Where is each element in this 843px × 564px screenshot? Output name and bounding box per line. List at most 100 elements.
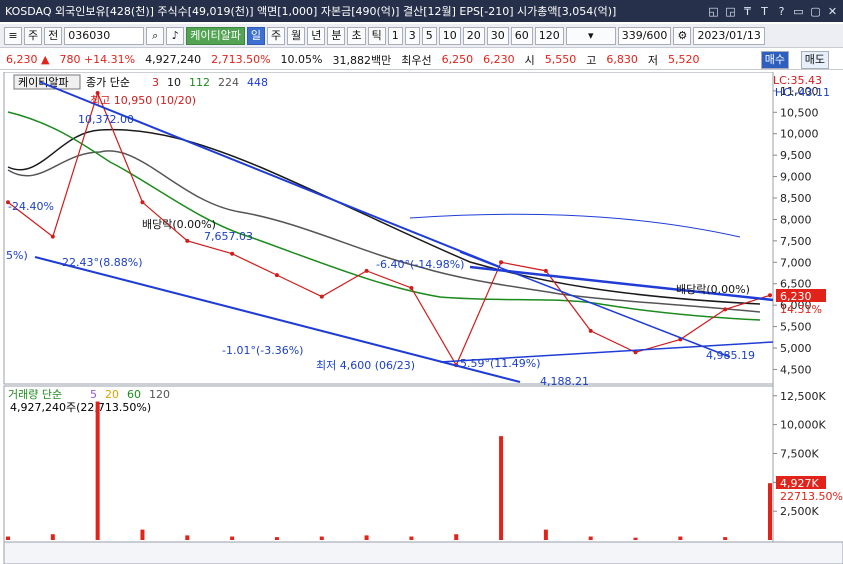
price-point bbox=[768, 293, 772, 298]
current-change-tag: 14.31% bbox=[780, 303, 822, 316]
price-change: 780 +14.31% bbox=[59, 53, 136, 66]
market-type-select[interactable]: 주 bbox=[24, 26, 43, 45]
hc-value: HC:-43.11 bbox=[775, 86, 830, 99]
volume-tick-label: 7,500K bbox=[780, 447, 819, 460]
trend-annotation-2: -1.01°(-3.36%) bbox=[222, 344, 303, 357]
volume-ratio: 2,713.50% bbox=[211, 53, 271, 66]
interval-10[interactable]: 10 bbox=[438, 26, 461, 45]
pin-icon[interactable]: ₸ bbox=[741, 5, 754, 18]
interval-dropdown[interactable]: ▾ bbox=[565, 26, 616, 45]
sound-icon[interactable]: ♪ bbox=[166, 26, 185, 45]
chart-stock-name: 케이티알파 bbox=[18, 75, 69, 89]
buy-button[interactable]: 매수 bbox=[760, 51, 789, 69]
window-titlebar: KOSDAQ 외국인보유[428(천)] 주식수[49,019(천)] 액면[1… bbox=[0, 0, 843, 22]
interval-5[interactable]: 5 bbox=[421, 26, 437, 45]
volume-ma-legend-item: 120 bbox=[149, 388, 170, 401]
stock-code-input[interactable]: 036030 bbox=[64, 26, 145, 45]
period-year[interactable]: 년 bbox=[307, 26, 326, 45]
bid-price: 6,250 bbox=[441, 53, 474, 66]
volume-bar bbox=[723, 537, 728, 540]
trend-annotation-3: 5.59°(11.49%) bbox=[460, 357, 541, 370]
volume-bar bbox=[319, 536, 324, 540]
interval-3[interactable]: 3 bbox=[404, 26, 420, 45]
period-day[interactable]: 일 bbox=[246, 26, 265, 45]
menu-button[interactable]: ≡ bbox=[4, 26, 22, 45]
period-tick[interactable]: 틱 bbox=[367, 26, 386, 45]
volume-bar bbox=[768, 483, 772, 540]
ma-legend-item: 112 bbox=[189, 76, 210, 89]
left-annotation-2: 22.43°(8.88%) bbox=[62, 256, 143, 269]
stock-name-field[interactable]: 케이티알파 bbox=[186, 26, 245, 45]
search-icon[interactable]: ⌕ bbox=[146, 26, 165, 45]
volume-bar bbox=[50, 534, 55, 540]
price-point bbox=[409, 286, 414, 290]
settings-icon[interactable]: ⚙ bbox=[673, 26, 692, 45]
volume-bar bbox=[95, 401, 100, 540]
interval-1[interactable]: 1 bbox=[387, 26, 403, 45]
volume-bar bbox=[588, 536, 593, 540]
maximize-icon[interactable]: ▢ bbox=[809, 5, 822, 18]
text-icon[interactable]: T bbox=[758, 5, 771, 18]
high-label: 고 bbox=[586, 53, 597, 67]
volume-bar bbox=[633, 537, 638, 540]
volume-bar bbox=[678, 536, 683, 540]
close-icon[interactable]: ✕ bbox=[826, 5, 839, 18]
period-month[interactable]: 월 bbox=[287, 26, 306, 45]
link-window-icon[interactable]: ◲ bbox=[724, 5, 737, 18]
volume-tick-label: 2,500K bbox=[780, 505, 819, 518]
interval-120[interactable]: 120 bbox=[534, 26, 564, 45]
chart-toolbar: ≡ 주 전 036030 ⌕ ♪ 케이티알파 일 주 월 년 분 초 틱 1 3… bbox=[0, 24, 843, 48]
price-tick-label: 7,500 bbox=[780, 235, 812, 248]
minimize-icon[interactable]: ▭ bbox=[792, 5, 805, 18]
price-point bbox=[319, 294, 324, 299]
all-button[interactable]: 전 bbox=[44, 26, 63, 45]
right-annotation: 4,985.19 bbox=[706, 349, 755, 362]
trend-annotation-1: -6.40°(-14.98%) bbox=[376, 258, 464, 271]
volume-bar bbox=[6, 536, 10, 540]
price-tick-label: 4,500 bbox=[780, 363, 812, 376]
volume-bar bbox=[364, 535, 369, 540]
period-minute[interactable]: 분 bbox=[327, 26, 346, 45]
price-chart[interactable]: 11,00010,50010,0009,5009,0008,5008,0007,… bbox=[0, 72, 843, 564]
price-tick-label: 6,500 bbox=[780, 278, 812, 291]
price-point bbox=[543, 268, 548, 273]
ma-legend-item: 3 bbox=[152, 76, 159, 89]
trade-amount: 31,882백만 bbox=[332, 53, 392, 67]
price-point bbox=[140, 200, 145, 205]
volume-ma-legend-item: 60 bbox=[127, 388, 141, 401]
peak-annotation: 10,372.00 bbox=[78, 113, 134, 126]
volume-bar bbox=[140, 529, 145, 540]
interval-30[interactable]: 30 bbox=[486, 26, 509, 45]
high-price: 6,830 bbox=[606, 53, 638, 66]
low-label: 저 bbox=[647, 53, 658, 67]
dividend-annotation-2: 배당락(0.00%) bbox=[676, 283, 750, 296]
volume-bar bbox=[543, 529, 548, 540]
volume-tick-label: 12,500K bbox=[780, 390, 826, 403]
left-annotation-3: 5%) bbox=[6, 249, 28, 262]
turnover-rate: 10.05% bbox=[280, 53, 323, 66]
price-point bbox=[185, 238, 190, 243]
open-label: 시 bbox=[524, 53, 535, 67]
price-tick-label: 5,000 bbox=[780, 342, 812, 355]
sell-button[interactable]: 매도 bbox=[800, 51, 829, 69]
split-window-icon[interactable]: ◱ bbox=[707, 5, 720, 18]
price-point bbox=[723, 307, 728, 312]
interval-20[interactable]: 20 bbox=[462, 26, 485, 45]
volume-tag: 4,927K bbox=[780, 477, 819, 490]
volume-value-text: 4,927,240주(22,713.50%) bbox=[10, 401, 151, 414]
date-field[interactable]: 2023/01/13 bbox=[693, 26, 765, 45]
ask-price: 6,230 bbox=[483, 53, 515, 66]
high-annotation: 최고 10,950 (10/20) bbox=[90, 94, 196, 107]
current-price: 6,230 ▲ bbox=[6, 53, 50, 66]
price-point bbox=[588, 328, 593, 333]
ma-legend-item: 448 bbox=[247, 76, 268, 89]
interval-60[interactable]: 60 bbox=[510, 26, 533, 45]
price-tick-label: 10,500 bbox=[780, 106, 819, 119]
price-tick-label: 9,000 bbox=[780, 171, 812, 184]
count-field[interactable]: 339/600 bbox=[617, 26, 672, 45]
help-icon[interactable]: ? bbox=[775, 5, 788, 18]
price-tick-label: 8,000 bbox=[780, 213, 812, 226]
period-week[interactable]: 주 bbox=[266, 26, 286, 45]
period-second[interactable]: 초 bbox=[347, 26, 366, 45]
volume-bar bbox=[454, 534, 459, 540]
